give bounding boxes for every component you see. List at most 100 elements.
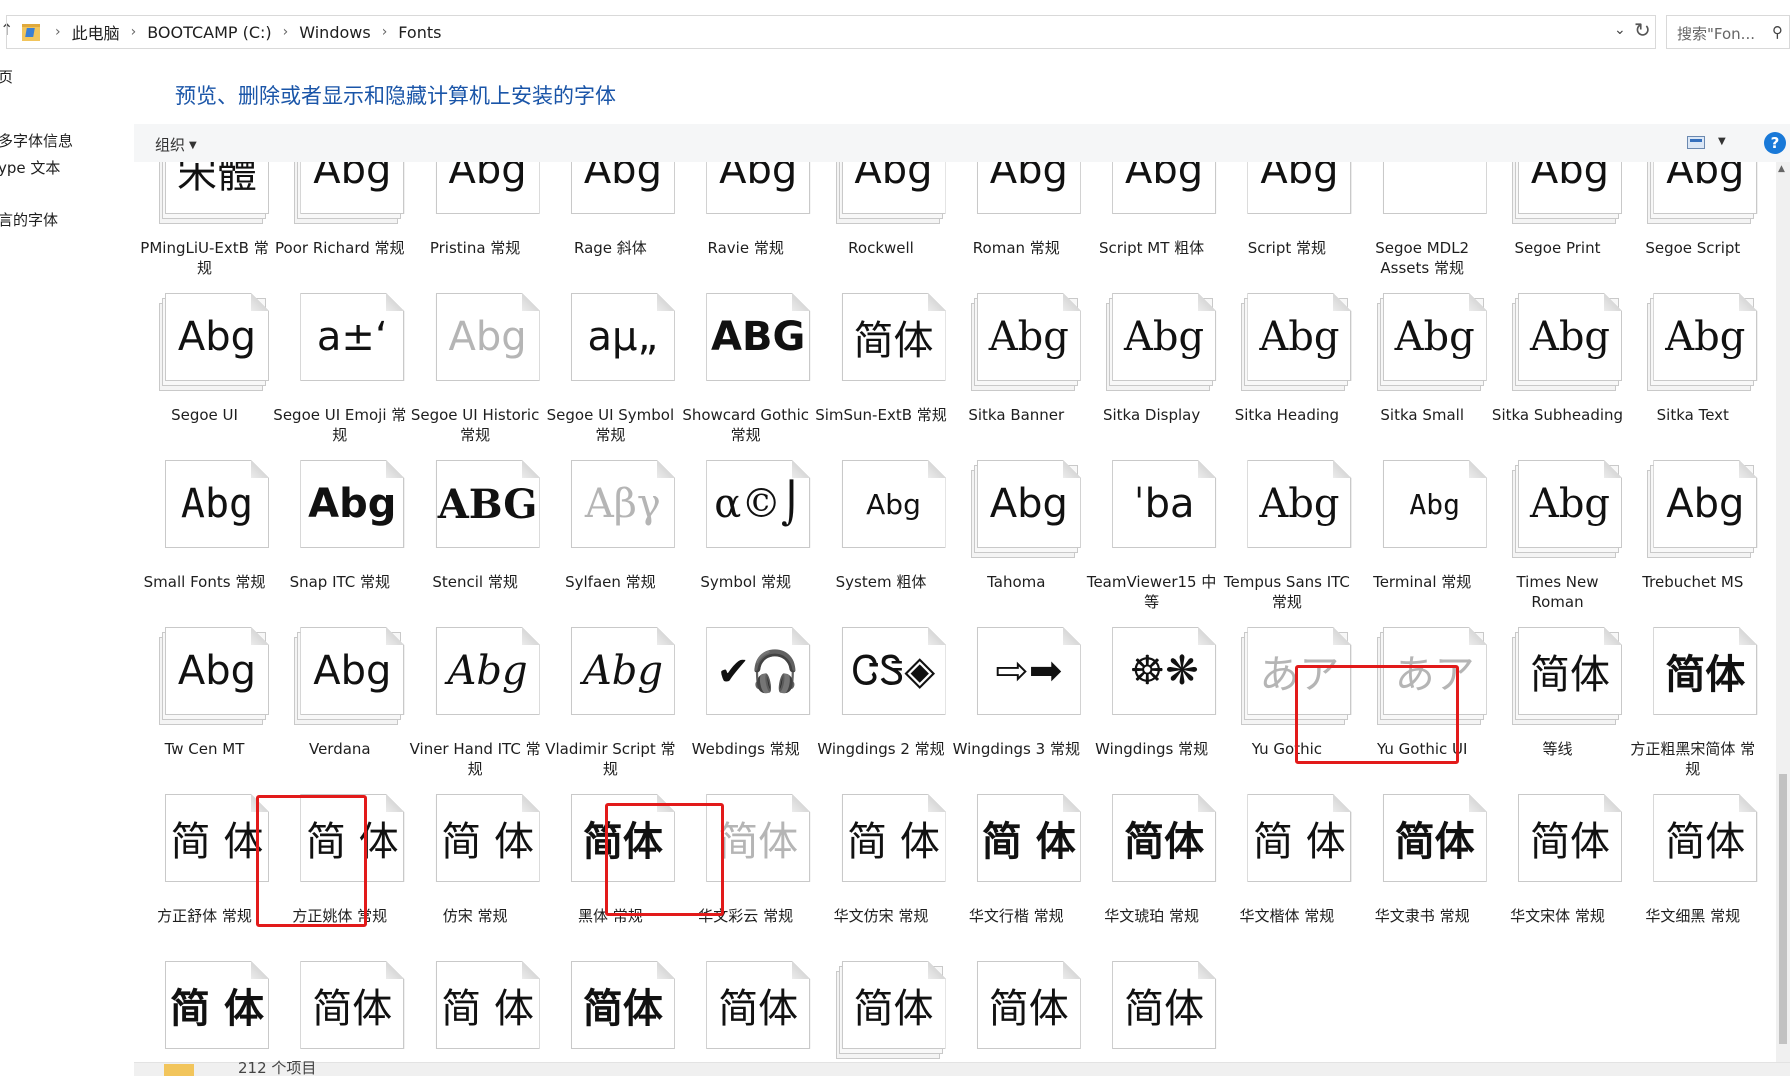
help-icon[interactable]: ? [1764,132,1786,154]
font-tile[interactable]: Abg Viner Hand ITC 常规 [408,623,543,791]
font-tile[interactable]: Αβγ Sylfaen 常规 [543,456,678,624]
organize-button[interactable]: 组织 ▼ [155,134,197,155]
font-tile[interactable]: 简体华文中宋 常规 [272,957,407,1062]
font-tile[interactable]: 简 体方正舒体 常规 [137,790,272,958]
breadcrumb[interactable]: › 此电脑 › BOOTCAMP (C:) › Windows › Fonts [22,17,441,47]
scroll-thumb[interactable] [1779,774,1787,1044]
font-tile[interactable]: 简体微软雅黑 [814,957,949,1062]
font-tile[interactable]: Abg Tempus Sans ITC 常规 [1219,456,1354,624]
font-tile[interactable]: 简体 华文彩云 常规 [678,790,813,958]
font-tile[interactable]: Abg Segoe UI [137,289,272,457]
refresh-icon[interactable]: ↻ [1634,18,1651,42]
font-tile[interactable]: 简 体华文新魏 常规 [137,957,272,1062]
font-tile[interactable]: 简 体华文仿宋 常规 [814,790,949,958]
font-tile[interactable]: ⇨➡ Wingdings 3 常规 [949,623,1084,791]
font-tile[interactable]: Abg Terminal 常规 [1355,456,1490,624]
font-file-icon: 简体 [836,293,946,391]
font-tile[interactable]: Abg Sitka Small [1355,289,1490,457]
font-tile[interactable]: ˈba TeamViewer15 中等 [1084,456,1219,624]
font-tile[interactable]: Abg System 粗体 [814,456,949,624]
font-tile[interactable]: 简体 方正粗黑宋简体 常规 [1625,623,1760,791]
font-tile[interactable]: 简体宋体 常规 [678,957,813,1062]
font-tile[interactable]: ✔🎧 Webdings 常规 [678,623,813,791]
font-tile[interactable]: 简 体仿宋 常规 [408,790,543,958]
font-tile[interactable]: 简体 华文细黑 常规 [1625,790,1760,958]
font-tile[interactable]: Abg Roman 常规 [949,162,1084,290]
font-tile[interactable]: 简体 黑体 常规 [543,790,678,958]
font-tile[interactable]: Abg Small Fonts 常规 [137,456,272,624]
breadcrumb-this-pc[interactable]: 此电脑 [72,20,120,44]
breadcrumb-drive[interactable]: BOOTCAMP (C:) [147,23,271,42]
chevron-down-icon[interactable]: ⌄ [1614,22,1626,38]
font-tile[interactable]: Abg Script MT 粗体 [1084,162,1219,290]
nav-link-language-fonts[interactable]: 言的字体 [0,209,58,230]
font-tile[interactable]: 简 体华文楷体 常规 [1219,790,1354,958]
font-tile[interactable]: 宋體 PMingLiU-ExtB 常规 [137,162,272,290]
font-tile[interactable]: a±ʻ Segoe UI Emoji 常规 [272,289,407,457]
font-tile[interactable]: Abg Trebuchet MS [1625,456,1760,624]
font-tile[interactable]: 简体新宋体 常规 [949,957,1084,1062]
font-tile[interactable]: Abg Vladimir Script 常规 [543,623,678,791]
font-tile[interactable]: Abg Script 常规 [1219,162,1354,290]
font-preview-glyph: 简 体 [170,986,264,1032]
font-tile[interactable]: 简 体华文行楷 常规 [949,790,1084,958]
font-tile[interactable]: 简体 华文宋体 常规 [1490,790,1625,958]
font-tile[interactable]: Abg Sitka Banner [949,289,1084,457]
font-name-label: Tempus Sans ITC 常规 [1223,573,1350,611]
font-tile[interactable]: あア Yu Gothic UI [1355,623,1490,791]
font-tile[interactable]: Abg Rage 斜体 [543,162,678,290]
breadcrumb-windows[interactable]: Windows [299,23,370,42]
font-tile[interactable]: Segoe MDL2 Assets 常规 [1355,162,1490,290]
font-tile[interactable]: ᏣᏕ◈ Wingdings 2 常规 [814,623,949,791]
font-tile[interactable]: 简体 华文琥珀 常规 [1084,790,1219,958]
font-tile[interactable]: ABG Stencil 常规 [408,456,543,624]
font-tile[interactable]: Abg Segoe Print [1490,162,1625,290]
view-icon[interactable] [1687,136,1705,149]
font-tile[interactable]: Abg Segoe UI Historic 常规 [408,289,543,457]
font-tile[interactable]: Abg Snap ITC 常规 [272,456,407,624]
nav-link-home[interactable]: 页 [0,66,13,87]
font-tile[interactable]: 简体幼圆 常规 [1084,957,1219,1062]
scroll-up-arrow-icon[interactable]: ▲ [1778,164,1785,174]
font-preview-glyph: 简体 [1530,652,1610,698]
font-tile[interactable]: Abg Pristina 常规 [408,162,543,290]
font-family-icon: Abg [1106,293,1217,391]
font-name-label: Segoe UI Historic 常规 [410,406,540,444]
font-name-label: Sitka Banner [968,406,1065,424]
view-dropdown-icon[interactable]: ▼ [1718,136,1726,147]
font-tile[interactable]: aµ„ Segoe UI Symbol 常规 [543,289,678,457]
font-tile[interactable]: Abg Segoe Script [1625,162,1760,290]
font-tile[interactable]: α©⌡ Symbol 常规 [678,456,813,624]
nav-link-type-text[interactable]: ype 文本 [0,157,60,178]
font-tile[interactable]: Abg Ravie 常规 [678,162,813,290]
font-tile[interactable]: 简 体方正姚体 常规 [272,790,407,958]
font-tile[interactable]: Abg Sitka Display [1084,289,1219,457]
font-tile[interactable]: 简 体楷体 常规 [408,957,543,1062]
nav-link-font-info[interactable]: 多字体信息 [0,130,73,151]
font-tile[interactable]: Abg Verdana [272,623,407,791]
font-tile[interactable]: Abg Tahoma [949,456,1084,624]
breadcrumb-fonts[interactable]: Fonts [398,23,441,42]
font-tile[interactable]: Abg Sitka Text [1625,289,1760,457]
folder-icon [164,1064,194,1076]
font-name-label: Segoe Script [1645,239,1741,257]
font-family-icon: Abg [294,627,405,725]
font-tile[interactable]: 简体隶书 常规 [543,957,678,1062]
search-input[interactable]: 搜索"Fon... ⚲ [1666,15,1790,49]
font-tile[interactable]: Abg Sitka Heading [1219,289,1354,457]
font-tile[interactable]: 简体 SimSun-ExtB 常规 [814,289,949,457]
font-tile[interactable]: あア Yu Gothic [1219,623,1354,791]
font-tile[interactable]: ABG Showcard Gothic 常规 [678,289,813,457]
font-name-label: Small Fonts 常规 [143,573,266,591]
font-tile[interactable]: Abg Sitka Subheading [1490,289,1625,457]
font-tile[interactable]: Abg Tw Cen MT [137,623,272,791]
font-tile[interactable]: Abg Poor Richard 常规 [272,162,407,290]
font-tile[interactable]: 简体 等线 [1490,623,1625,791]
font-tile[interactable]: ☸❋ Wingdings 常规 [1084,623,1219,791]
font-tile[interactable]: 简体 华文隶书 常规 [1355,790,1490,958]
font-file-icon: Abg [565,627,675,725]
font-tile[interactable]: Abg Rockwell [814,162,949,290]
font-tile[interactable]: Abg Times New Roman [1490,456,1625,624]
vertical-scrollbar[interactable]: ▲ [1776,162,1790,1062]
font-family-icon: 简体 [1512,627,1622,725]
